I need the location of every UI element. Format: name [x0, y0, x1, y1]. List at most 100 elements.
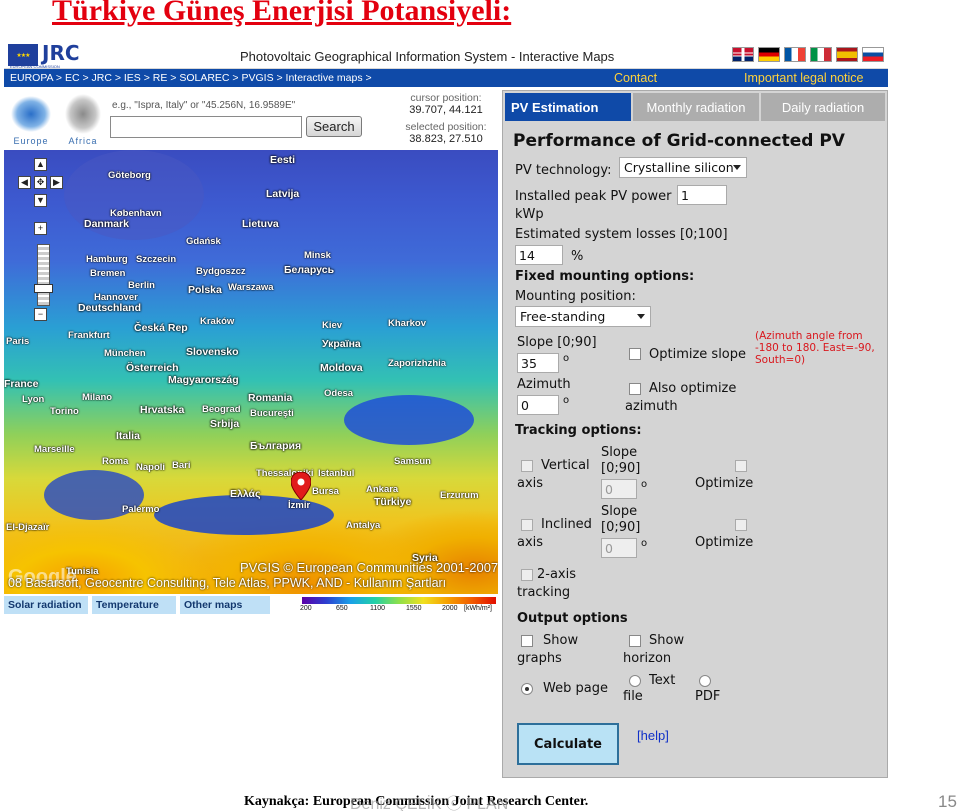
- vertical-optimize-label: Optimize: [695, 476, 754, 491]
- country-label: Hrvatska: [140, 404, 185, 416]
- inclined-optimize-checkbox[interactable]: [735, 519, 747, 531]
- vertical-slope-label: Slope: [601, 445, 638, 460]
- uk-flag-icon[interactable]: [732, 47, 754, 62]
- de-flag-icon[interactable]: [758, 47, 780, 62]
- mounting-position-select[interactable]: Free-standing: [515, 306, 651, 327]
- show-graphs-label: Show: [543, 633, 579, 648]
- africa-thumbnail[interactable]: Africa: [58, 92, 108, 146]
- inclined-slope-label: Slope: [601, 504, 638, 519]
- pv-technology-value: Crystalline silicon: [624, 160, 734, 175]
- azimuth-degree-unit: o: [563, 395, 570, 406]
- azimuth-note: (Azimuth angle from -180 to 180. East=-9…: [755, 330, 875, 366]
- pdf-radio[interactable]: [699, 675, 711, 687]
- inclined-slope-input[interactable]: [601, 538, 637, 558]
- text-file-radio[interactable]: [629, 675, 641, 687]
- app-title: Photovoltaic Geographical Information Sy…: [240, 49, 615, 64]
- show-horizon-label-2: horizon: [623, 651, 672, 666]
- map-attribution[interactable]: 08 Basarsoft, Geocentre Consulting, Tele…: [8, 576, 446, 590]
- city-label: Milano: [82, 392, 113, 403]
- legend-tick: 200: [300, 605, 312, 612]
- zoom-out-button[interactable]: −: [34, 308, 47, 321]
- two-axis-checkbox[interactable]: [521, 569, 533, 581]
- search-input[interactable]: [110, 116, 302, 138]
- legend-tick: 2000: [442, 605, 458, 612]
- pan-center-button[interactable]: ✥: [34, 176, 47, 189]
- city-label: Odesa: [324, 388, 354, 399]
- show-graphs-checkbox[interactable]: [521, 635, 533, 647]
- map-marker-icon[interactable]: [291, 472, 311, 500]
- city-label: El-Djazaïr: [6, 522, 50, 533]
- vertical-slope-input[interactable]: [601, 479, 637, 499]
- peak-power-input[interactable]: [677, 185, 727, 205]
- contact-link[interactable]: Contact: [614, 71, 657, 85]
- pan-left-button[interactable]: ◀: [18, 176, 31, 189]
- country-label: Danmark: [84, 218, 129, 230]
- jrc-logo[interactable]: JRC: [42, 41, 80, 65]
- tab-other-maps[interactable]: Other maps: [180, 596, 270, 614]
- city-label: Szczecin: [136, 254, 177, 265]
- country-label: Polska: [188, 284, 222, 296]
- breadcrumb[interactable]: EUROPA > EC > JRC > IES > RE > SOLAREC >…: [10, 72, 372, 84]
- legend-unit: [kWh/m²]: [464, 605, 492, 612]
- fr-flag-icon[interactable]: [784, 47, 806, 62]
- pan-right-button[interactable]: ▶: [50, 176, 63, 189]
- text-file-label: Text: [649, 673, 676, 688]
- mounting-position-label: Mounting position:: [515, 289, 636, 304]
- calculate-button[interactable]: Calculate: [517, 723, 619, 765]
- inclined-axis-checkbox[interactable]: [521, 519, 533, 531]
- vertical-slope-unit: o: [641, 479, 648, 490]
- web-page-radio[interactable]: [521, 683, 533, 695]
- tab-solar-radiation[interactable]: Solar radiation: [4, 596, 88, 614]
- sk-flag-icon[interactable]: [862, 47, 884, 62]
- city-label: Kraków: [200, 316, 235, 327]
- vertical-optimize-checkbox[interactable]: [735, 460, 747, 472]
- pan-down-button[interactable]: ▼: [34, 194, 47, 207]
- europe-thumbnail[interactable]: Europe: [6, 92, 56, 146]
- help-link[interactable]: [help]: [637, 728, 669, 743]
- inclined-optimize-label: Optimize: [695, 535, 754, 550]
- inclined-axis-label: Inclined: [541, 517, 592, 532]
- tab-monthly-radiation[interactable]: Monthly radiation: [633, 93, 759, 121]
- slope-input[interactable]: [517, 353, 559, 373]
- azimuth-input[interactable]: [517, 395, 559, 415]
- country-label: Україна: [322, 338, 361, 350]
- solar-radiation-map[interactable]: Eesti Latvija Lietuva Danmark Polska Deu…: [4, 150, 498, 594]
- legend-tick: 1550: [406, 605, 422, 612]
- city-label: Gdańsk: [186, 236, 221, 247]
- system-losses-input[interactable]: [515, 245, 563, 265]
- it-flag-icon[interactable]: [810, 47, 832, 62]
- es-flag-icon[interactable]: [836, 47, 858, 62]
- header-top: ★★★ JRC EUROPEAN COMMISSION Photovoltaic…: [4, 41, 888, 69]
- country-label: Türkiye: [374, 496, 412, 508]
- legal-notice-link[interactable]: Important legal notice: [744, 71, 864, 85]
- header-bar: EUROPA > EC > JRC > IES > RE > SOLAREC >…: [4, 69, 888, 87]
- city-label: İzmir: [288, 500, 311, 511]
- city-label: Bari: [172, 460, 191, 471]
- inclined-slope-unit: o: [641, 538, 648, 549]
- city-label: Bydgoszcz: [196, 266, 246, 277]
- zoom-slider[interactable]: [37, 244, 50, 306]
- pan-up-button[interactable]: ▲: [34, 158, 47, 171]
- eu-flag-icon: ★★★: [8, 44, 38, 66]
- country-label: Romania: [248, 392, 293, 404]
- search-button[interactable]: Search: [306, 116, 362, 137]
- also-optimize-azimuth-checkbox[interactable]: [629, 383, 641, 395]
- zoom-slider-handle[interactable]: [34, 284, 53, 293]
- also-optimize-label-2: azimuth: [625, 399, 678, 414]
- vertical-axis-checkbox[interactable]: [521, 460, 533, 472]
- city-label: Torino: [50, 406, 79, 417]
- output-heading: Output options: [517, 611, 628, 626]
- inclined-slope-range: [0;90]: [601, 520, 641, 535]
- show-horizon-checkbox[interactable]: [629, 635, 641, 647]
- optimize-slope-checkbox[interactable]: [629, 348, 641, 360]
- zoom-in-button[interactable]: +: [34, 222, 47, 235]
- country-label: Беларусь: [284, 264, 335, 276]
- losses-unit: %: [571, 249, 584, 264]
- optimize-slope-label: Optimize slope: [649, 347, 747, 362]
- black-sea: [344, 395, 474, 445]
- country-label: Österreich: [126, 362, 179, 374]
- pv-technology-select[interactable]: Crystalline silicon: [619, 157, 747, 178]
- tab-pv-estimation[interactable]: PV Estimation: [505, 93, 631, 121]
- tab-temperature[interactable]: Temperature: [92, 596, 176, 614]
- tab-daily-radiation[interactable]: Daily radiation: [761, 93, 885, 121]
